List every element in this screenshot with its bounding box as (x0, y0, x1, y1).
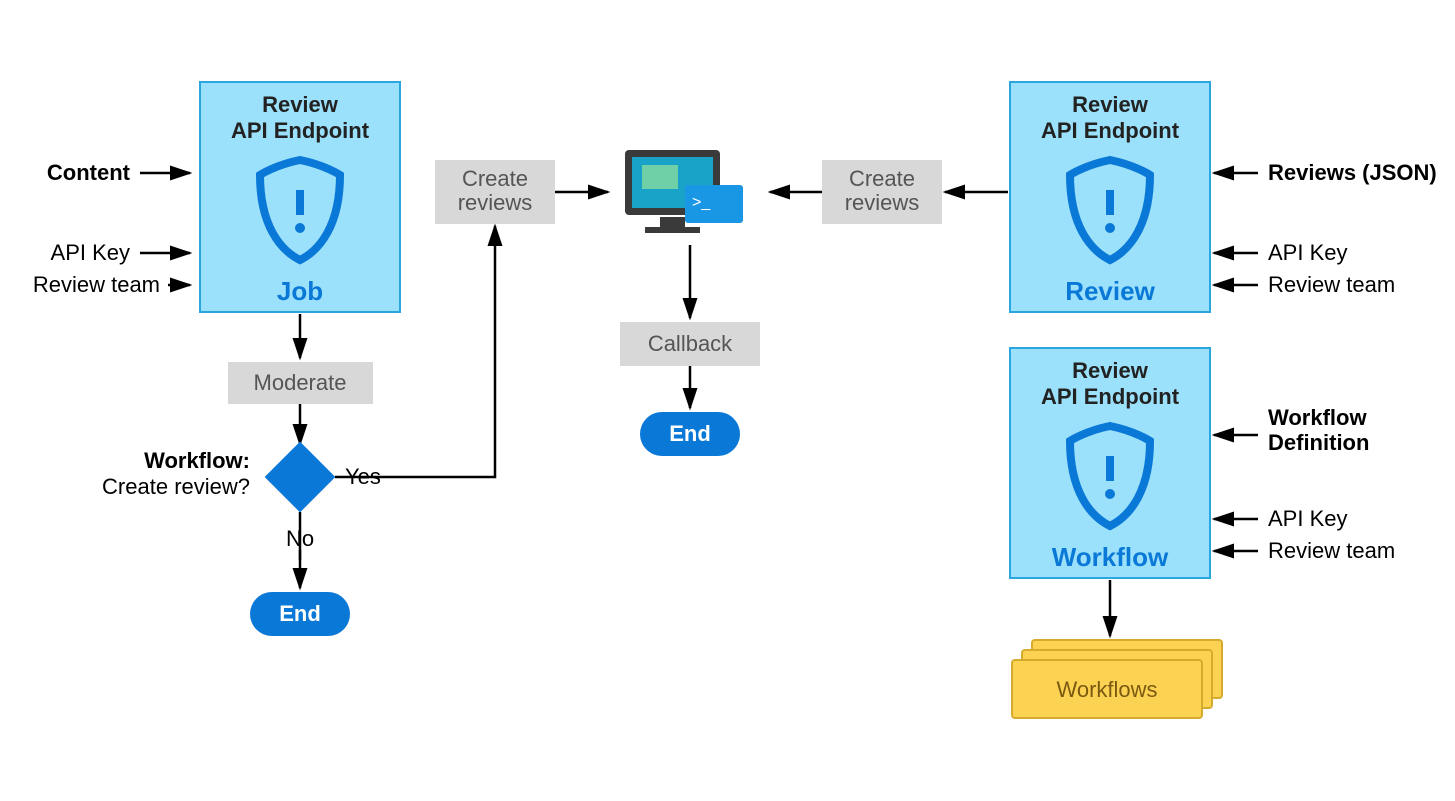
svg-text:Review: Review (1072, 358, 1149, 383)
label-workflow-def-1: Workflow (1268, 405, 1367, 430)
decision-workflow (265, 442, 336, 513)
svg-text:Moderate: Moderate (254, 370, 347, 395)
decision-title: Workflow: (144, 448, 250, 473)
svg-text:End: End (669, 421, 711, 446)
workflows-stack: Workflows (1012, 640, 1222, 718)
endpoint-review: Review API Endpoint Review (1010, 82, 1210, 312)
svg-text:>_: >_ (692, 194, 711, 211)
endpoint-workflow: Review API Endpoint Workflow (1010, 348, 1210, 578)
label-review-team-2: Review team (1268, 272, 1395, 297)
step-moderate: Moderate (228, 362, 373, 404)
svg-text:Review: Review (262, 92, 339, 117)
label-api-key-3: API Key (1268, 506, 1347, 531)
label-api-key: API Key (51, 240, 130, 265)
svg-text:Create: Create (849, 166, 915, 191)
svg-text:reviews: reviews (458, 190, 533, 215)
endpoint-job: Review API Endpoint Job (200, 82, 400, 312)
svg-text:Callback: Callback (648, 331, 733, 356)
monitor-icon: >_ (625, 150, 743, 233)
label-workflow-def-2: Definition (1268, 430, 1369, 455)
step-create-reviews-right: Create reviews (822, 160, 942, 224)
svg-text:Review: Review (1072, 92, 1149, 117)
end-centre: End (640, 412, 740, 456)
svg-text:Workflows: Workflows (1056, 677, 1157, 702)
label-review-team: Review team (33, 272, 160, 297)
svg-text:API Endpoint: API Endpoint (231, 118, 370, 143)
decision-no: No (286, 526, 314, 551)
svg-text:reviews: reviews (845, 190, 920, 215)
label-review-team-3: Review team (1268, 538, 1395, 563)
svg-text:Job: Job (277, 276, 323, 306)
svg-text:End: End (279, 601, 321, 626)
end-left: End (250, 592, 350, 636)
diagram-root: Content API Key Review team Review API E… (0, 0, 1455, 801)
svg-text:API Endpoint: API Endpoint (1041, 118, 1180, 143)
svg-text:Review: Review (1065, 276, 1155, 306)
decision-question: Create review? (102, 474, 250, 499)
label-reviews-json: Reviews (JSON) (1268, 160, 1437, 185)
svg-text:API Endpoint: API Endpoint (1041, 384, 1180, 409)
svg-text:Create: Create (462, 166, 528, 191)
step-callback: Callback (620, 322, 760, 366)
label-content: Content (47, 160, 131, 185)
svg-text:Workflow: Workflow (1052, 542, 1169, 572)
label-api-key-2: API Key (1268, 240, 1347, 265)
step-create-reviews-left: Create reviews (435, 160, 555, 224)
